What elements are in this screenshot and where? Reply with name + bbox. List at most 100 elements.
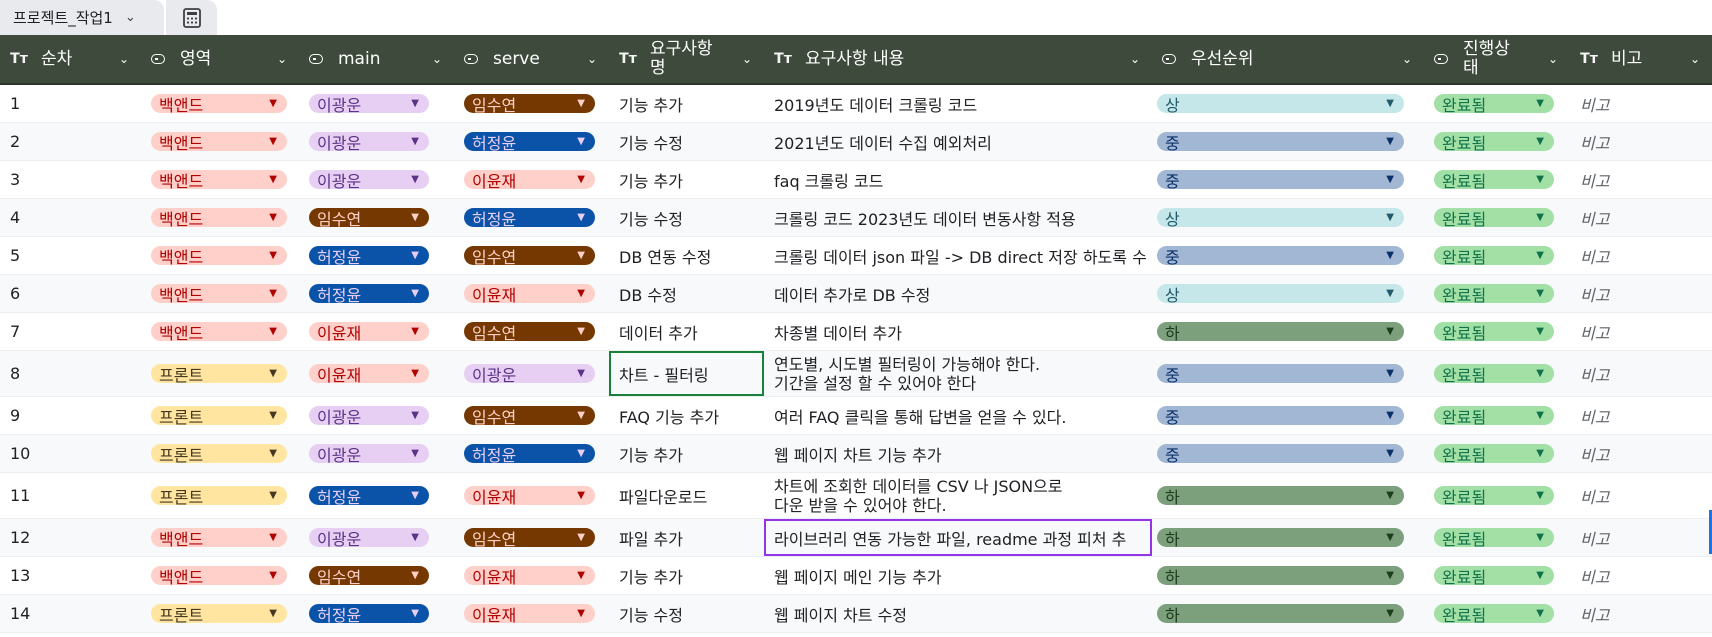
- calculator-icon[interactable]: [166, 0, 217, 35]
- cell-req-desc[interactable]: 차트에 조회한 데이터를 CSV 나 JSON으로 다운 받을 수 있어야 한다…: [764, 473, 1152, 518]
- status-chip[interactable]: 완료됨 ▼: [1434, 566, 1554, 587]
- cell-num[interactable]: 5: [0, 237, 141, 274]
- dropdown-arrow-icon[interactable]: ▼: [577, 98, 585, 109]
- cell-main[interactable]: 허정윤 ▼: [299, 237, 454, 274]
- dropdown-arrow-icon[interactable]: ▼: [1536, 212, 1544, 223]
- dropdown-arrow-icon[interactable]: ▼: [1386, 212, 1394, 223]
- cell-area[interactable]: 프론트 ▼: [141, 435, 299, 472]
- status-chip[interactable]: 완료됨 ▼: [1434, 208, 1554, 229]
- main-chip[interactable]: 이광운 ▼: [309, 528, 429, 549]
- area-chip[interactable]: 백앤드 ▼: [151, 132, 287, 153]
- dropdown-arrow-icon[interactable]: ▼: [577, 288, 585, 299]
- area-chip[interactable]: 백앤드 ▼: [151, 170, 287, 191]
- cell-serve[interactable]: 이윤재 ▼: [454, 595, 609, 632]
- cell-status[interactable]: 완료됨 ▼: [1424, 435, 1570, 472]
- cell-req-desc[interactable]: 크롤링 코드 2023년도 데이터 변동사항 적용: [764, 199, 1152, 236]
- serve-chip[interactable]: 이윤재 ▼: [464, 604, 595, 625]
- cell-main[interactable]: 허정윤 ▼: [299, 595, 454, 632]
- chevron-down-icon[interactable]: ⌄: [1690, 52, 1700, 66]
- cell-serve[interactable]: 임수연 ▼: [454, 519, 609, 556]
- dropdown-arrow-icon[interactable]: ▼: [1386, 250, 1394, 261]
- dropdown-arrow-icon[interactable]: ▼: [411, 212, 419, 223]
- cell-note[interactable]: 비고: [1570, 237, 1712, 274]
- cell-req-name[interactable]: DB 수정: [609, 275, 764, 312]
- chevron-down-icon[interactable]: ⌄: [125, 10, 136, 25]
- area-chip[interactable]: 프론트 ▼: [151, 604, 287, 625]
- cell-area[interactable]: 백앤드 ▼: [141, 313, 299, 350]
- serve-chip[interactable]: 허정윤 ▼: [464, 444, 595, 465]
- dropdown-arrow-icon[interactable]: ▼: [411, 368, 419, 379]
- cell-note[interactable]: 비고: [1570, 473, 1712, 518]
- status-chip[interactable]: 완료됨 ▼: [1434, 528, 1554, 549]
- status-chip[interactable]: 완료됨 ▼: [1434, 322, 1554, 343]
- cell-num[interactable]: 7: [0, 313, 141, 350]
- serve-chip[interactable]: 이윤재 ▼: [464, 284, 595, 305]
- cell-req-name[interactable]: 차트 - 필터링: [609, 351, 764, 396]
- cell-area[interactable]: 백앤드 ▼: [141, 123, 299, 160]
- dropdown-arrow-icon[interactable]: ▼: [1536, 532, 1544, 543]
- dropdown-arrow-icon[interactable]: ▼: [411, 288, 419, 299]
- main-chip[interactable]: 허정윤 ▼: [309, 284, 429, 305]
- main-chip[interactable]: 이광운 ▼: [309, 444, 429, 465]
- area-chip[interactable]: 백앤드 ▼: [151, 284, 287, 305]
- dropdown-arrow-icon[interactable]: ▼: [1536, 608, 1544, 619]
- dropdown-arrow-icon[interactable]: ▼: [269, 490, 277, 501]
- column-header-req-desc[interactable]: Tᴛ 요구사항 내용 ⌄: [764, 35, 1152, 83]
- cell-status[interactable]: 완료됨 ▼: [1424, 519, 1570, 556]
- area-chip[interactable]: 백앤드 ▼: [151, 94, 287, 115]
- cell-req-desc[interactable]: 차종별 데이터 추가: [764, 313, 1152, 350]
- status-chip[interactable]: 완료됨 ▼: [1434, 94, 1554, 115]
- cell-priority[interactable]: 하 ▼: [1152, 473, 1424, 518]
- cell-priority[interactable]: 중 ▼: [1152, 237, 1424, 274]
- chevron-down-icon[interactable]: ⌄: [1402, 52, 1412, 66]
- column-header-priority[interactable]: 우선순위 ⌄: [1152, 35, 1424, 83]
- priority-chip[interactable]: 상 ▼: [1157, 94, 1404, 115]
- dropdown-arrow-icon[interactable]: ▼: [1386, 98, 1394, 109]
- cell-status[interactable]: 완료됨 ▼: [1424, 351, 1570, 396]
- main-chip[interactable]: 이광운 ▼: [309, 132, 429, 153]
- cell-main[interactable]: 이광운 ▼: [299, 397, 454, 434]
- cell-req-name[interactable]: 기능 추가: [609, 85, 764, 122]
- cell-note[interactable]: 비고: [1570, 351, 1712, 396]
- cell-main[interactable]: 이윤재 ▼: [299, 351, 454, 396]
- main-chip[interactable]: 허정윤 ▼: [309, 604, 429, 625]
- priority-chip[interactable]: 하 ▼: [1157, 322, 1404, 343]
- cell-main[interactable]: 임수연 ▼: [299, 199, 454, 236]
- cell-status[interactable]: 완료됨 ▼: [1424, 199, 1570, 236]
- dropdown-arrow-icon[interactable]: ▼: [577, 608, 585, 619]
- priority-chip[interactable]: 중 ▼: [1157, 364, 1404, 385]
- cell-main[interactable]: 이윤재 ▼: [299, 313, 454, 350]
- cell-status[interactable]: 완료됨 ▼: [1424, 313, 1570, 350]
- cell-req-name[interactable]: 기능 추가: [609, 435, 764, 472]
- cell-priority[interactable]: 하 ▼: [1152, 557, 1424, 594]
- dropdown-arrow-icon[interactable]: ▼: [1386, 490, 1394, 501]
- cell-priority[interactable]: 중 ▼: [1152, 123, 1424, 160]
- cell-req-desc[interactable]: 크롤링 데이터 json 파일 -> DB direct 저장 하도록 수: [764, 237, 1152, 274]
- cell-status[interactable]: 완료됨 ▼: [1424, 85, 1570, 122]
- dropdown-arrow-icon[interactable]: ▼: [577, 326, 585, 337]
- main-chip[interactable]: 이광운 ▼: [309, 170, 429, 191]
- cell-num[interactable]: 11: [0, 473, 141, 518]
- cell-serve[interactable]: 임수연 ▼: [454, 313, 609, 350]
- area-chip[interactable]: 백앤드 ▼: [151, 528, 287, 549]
- serve-chip[interactable]: 허정윤 ▼: [464, 208, 595, 229]
- cell-note[interactable]: 비고: [1570, 595, 1712, 632]
- dropdown-arrow-icon[interactable]: ▼: [1536, 98, 1544, 109]
- cell-status[interactable]: 완료됨 ▼: [1424, 595, 1570, 632]
- table-tab[interactable]: 프로젝트_작업1 ⌄: [0, 0, 164, 35]
- status-chip[interactable]: 완료됨 ▼: [1434, 246, 1554, 267]
- dropdown-arrow-icon[interactable]: ▼: [269, 136, 277, 147]
- area-chip[interactable]: 프론트 ▼: [151, 364, 287, 385]
- cell-main[interactable]: 이광운 ▼: [299, 435, 454, 472]
- dropdown-arrow-icon[interactable]: ▼: [411, 532, 419, 543]
- cell-main[interactable]: 이광운 ▼: [299, 161, 454, 198]
- cell-req-name[interactable]: 파일다운로드: [609, 473, 764, 518]
- dropdown-arrow-icon[interactable]: ▼: [411, 174, 419, 185]
- chevron-down-icon[interactable]: ⌄: [587, 52, 597, 66]
- serve-chip[interactable]: 이윤재 ▼: [464, 566, 595, 587]
- area-chip[interactable]: 백앤드 ▼: [151, 208, 287, 229]
- serve-chip[interactable]: 임수연 ▼: [464, 94, 595, 115]
- serve-chip[interactable]: 허정윤 ▼: [464, 132, 595, 153]
- priority-chip[interactable]: 중 ▼: [1157, 444, 1404, 465]
- cell-req-name[interactable]: 기능 추가: [609, 161, 764, 198]
